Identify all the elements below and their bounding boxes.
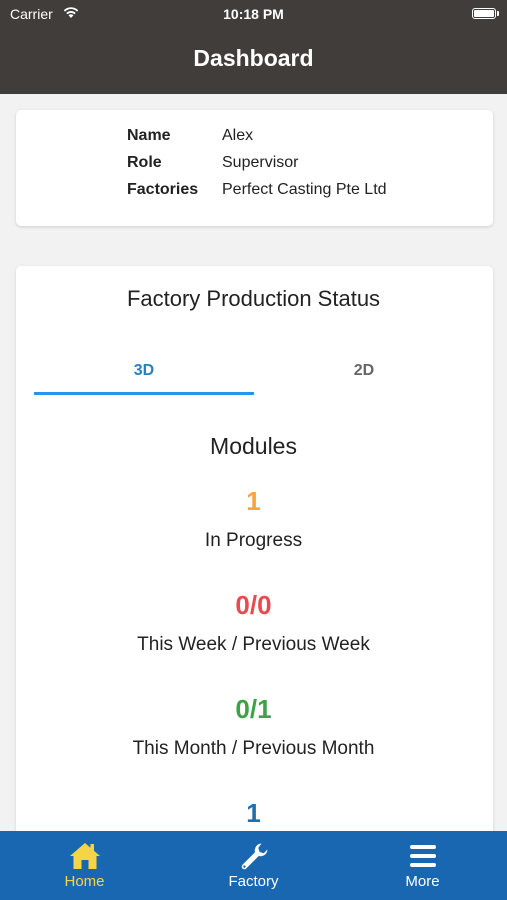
production-status-title: Factory Production Status xyxy=(126,286,381,311)
week-value: 0/0 xyxy=(235,590,272,620)
name-label: Name xyxy=(127,127,171,144)
modules-title: Modules xyxy=(210,433,297,459)
tab-3d[interactable]: 3D xyxy=(34,362,254,380)
wrench-icon xyxy=(237,840,271,872)
month-value: 0/1 xyxy=(235,694,272,724)
battery-tip xyxy=(497,11,499,16)
tab-2d[interactable]: 2D xyxy=(254,362,474,380)
total-value: 1 xyxy=(246,798,261,828)
tab-more[interactable]: More xyxy=(338,831,507,900)
user-info-card: Name Alex Role Supervisor Factories Perf… xyxy=(16,110,493,226)
active-tab-indicator xyxy=(34,392,254,395)
in-progress-label: In Progress xyxy=(204,530,303,551)
tab-factory[interactable]: Factory xyxy=(169,831,338,900)
week-label: This Week / Previous Week xyxy=(137,634,370,655)
tab-home-label: Home xyxy=(64,873,105,890)
tab-more-label: More xyxy=(405,873,440,890)
clock: 10:18 PM xyxy=(223,6,284,22)
bottom-tab-bar: Home Factory More xyxy=(0,831,507,900)
month-label: This Month / Previous Month xyxy=(132,738,375,759)
role-label: Role xyxy=(127,154,162,171)
tab-home[interactable]: Home xyxy=(0,831,169,900)
page-title: Dashboard xyxy=(193,45,314,71)
menu-icon xyxy=(406,840,440,872)
name-value: Alex xyxy=(222,127,254,144)
app-header: Carrier 10:18 PM Dashboard xyxy=(0,0,507,94)
factories-label: Factories xyxy=(127,181,199,198)
role-value: Supervisor xyxy=(222,154,299,171)
battery-icon xyxy=(472,8,496,19)
status-bar: Carrier 10:18 PM xyxy=(0,0,507,28)
tab-factory-label: Factory xyxy=(228,873,279,890)
in-progress-value: 1 xyxy=(246,486,261,516)
factories-value: Perfect Casting Pte Ltd xyxy=(222,181,387,198)
home-icon xyxy=(68,840,102,872)
